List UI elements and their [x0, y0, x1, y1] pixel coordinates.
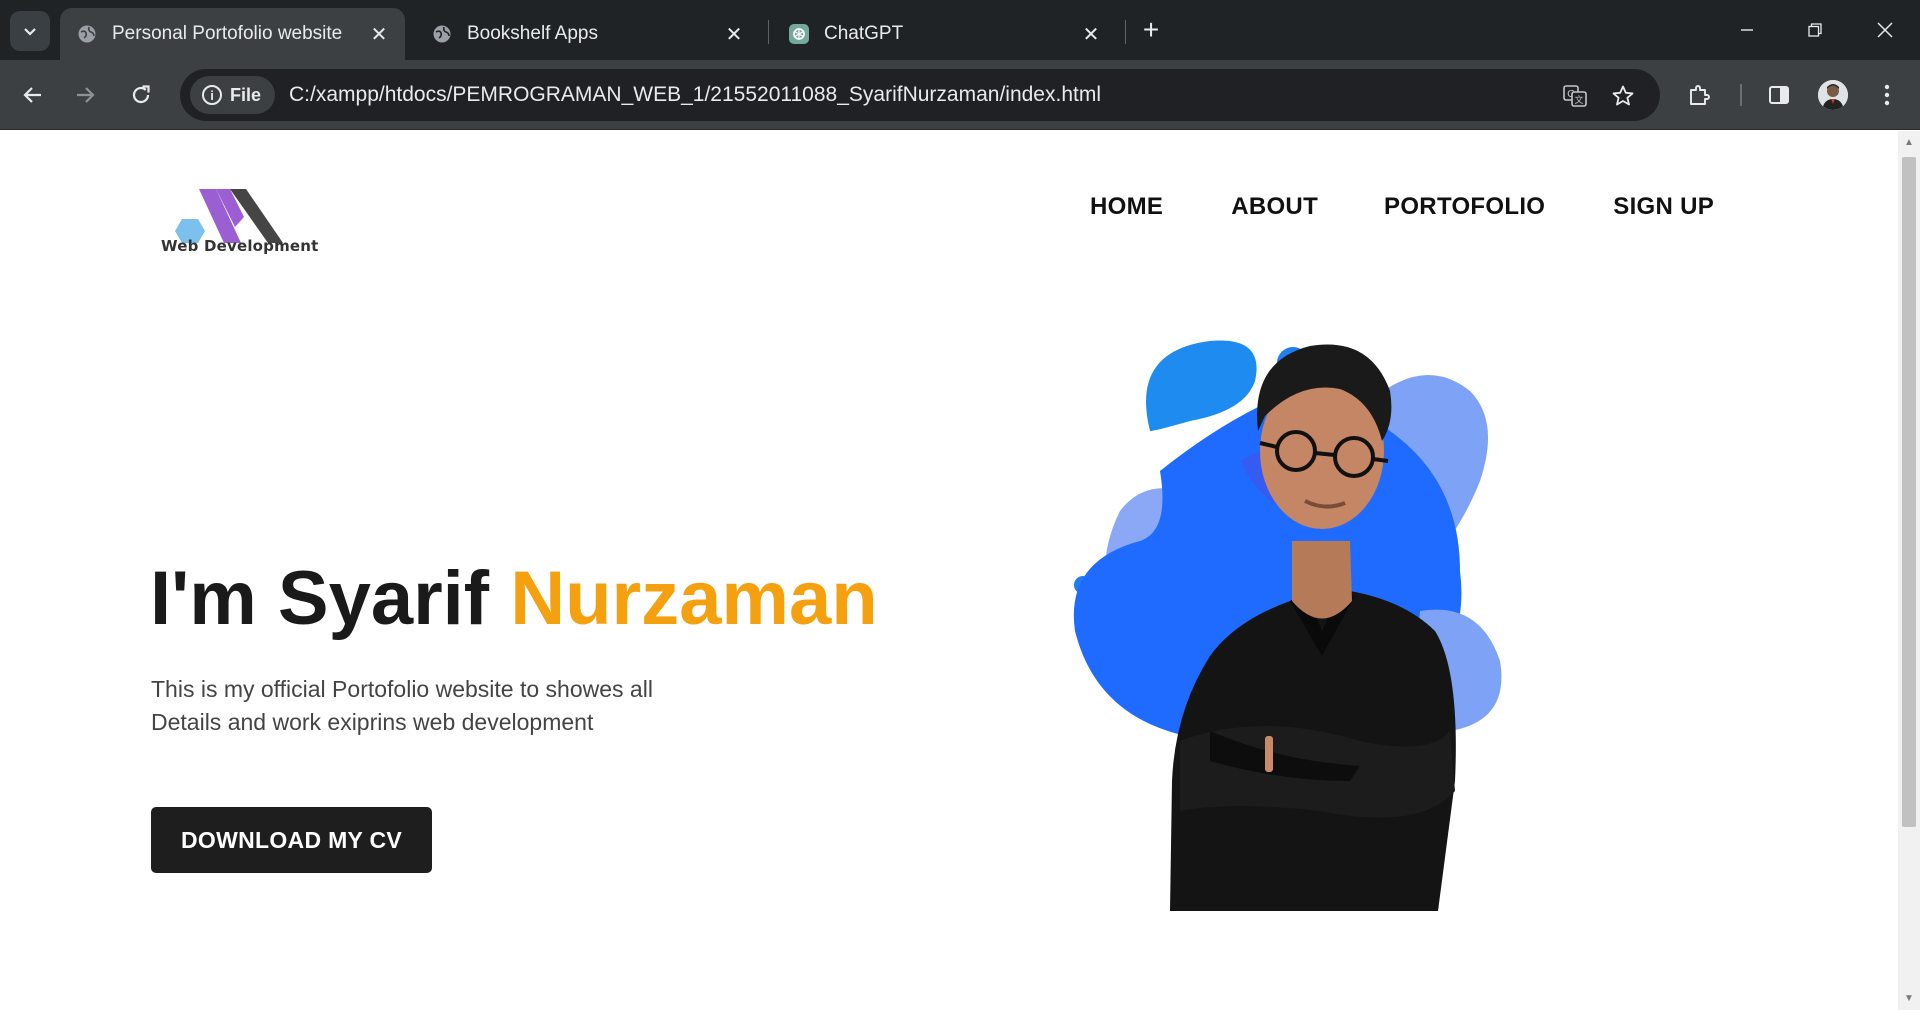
browser-menu-button[interactable] — [1868, 76, 1906, 114]
download-cv-button[interactable]: DOWNLOAD MY CV — [151, 807, 432, 873]
chatgpt-icon — [788, 23, 810, 45]
address-bar[interactable]: i File C:/xampp/htdocs/PEMROGRAMAN_WEB_1… — [180, 69, 1660, 121]
site-info-chip[interactable]: i File — [190, 76, 276, 114]
hero-description: This is my official Portofolio website t… — [151, 673, 711, 739]
profile-avatar[interactable] — [1818, 80, 1848, 110]
nav-portofolio[interactable]: PORTOFOLIO — [1384, 193, 1545, 221]
logo-text: Web Development — [161, 237, 319, 255]
minimize-icon — [1741, 29, 1753, 31]
url-text[interactable]: C:/xampp/htdocs/PEMROGRAMAN_WEB_1/215520… — [289, 83, 1101, 107]
reload-button[interactable] — [122, 76, 160, 114]
extensions-button[interactable] — [1680, 76, 1718, 114]
scheme-label: File — [230, 84, 262, 105]
hero-description-line-1: This is my official Portofolio website t… — [151, 676, 653, 702]
tab-title: Bookshelf Apps — [467, 23, 598, 44]
restore-icon — [1808, 23, 1822, 37]
kebab-menu-icon — [1884, 84, 1890, 106]
scroll-up-arrow-icon[interactable]: ▲ — [1903, 137, 1915, 149]
translate-icon[interactable]: G文 — [1560, 81, 1590, 111]
tab-bookshelf[interactable]: Bookshelf Apps ✕ — [415, 8, 760, 60]
hero-title: I'm Syarif Nurzaman — [150, 555, 878, 642]
bookmark-star-icon[interactable] — [1608, 81, 1638, 111]
page-scrollbar[interactable]: ▲ ▼ — [1898, 131, 1920, 1010]
tab-portfolio[interactable]: Personal Portofolio website ✕ — [60, 8, 405, 60]
tab-title: Personal Portofolio website — [112, 23, 343, 44]
page-viewport: Web Development HOME ABOUT PORTOFOLIO SI… — [0, 131, 1898, 1010]
arrow-left-icon — [23, 87, 41, 103]
hero-title-accent: Nurzaman — [510, 556, 878, 641]
toolbar-separator — [1740, 84, 1742, 106]
hero-portrait-illustration — [1073, 340, 1502, 911]
nav-sign-up[interactable]: SIGN UP — [1613, 193, 1714, 221]
reload-icon — [132, 85, 150, 104]
chevron-down-icon — [24, 28, 36, 36]
arrow-right-icon — [77, 87, 95, 103]
new-tab-button[interactable]: + — [1135, 14, 1167, 46]
close-tab-icon[interactable]: ✕ — [720, 20, 748, 48]
browser-tab-strip: Personal Portofolio website ✕ Bookshelf … — [0, 0, 1920, 60]
close-tab-icon[interactable]: ✕ — [365, 20, 393, 48]
scroll-down-arrow-icon[interactable]: ▼ — [1903, 993, 1915, 1005]
side-panel-button[interactable] — [1760, 76, 1798, 114]
close-tab-icon[interactable]: ✕ — [1077, 20, 1105, 48]
tab-title: ChatGPT — [824, 23, 904, 44]
close-icon — [1877, 22, 1893, 38]
hero-description-line-2: Details and work exiprins web developmen… — [151, 709, 594, 735]
forward-button[interactable] — [66, 76, 104, 114]
back-button[interactable] — [14, 76, 52, 114]
close-window-button[interactable] — [1863, 10, 1907, 50]
nav-home[interactable]: HOME — [1090, 193, 1163, 221]
scrollbar-thumb[interactable] — [1902, 157, 1916, 827]
globe-icon — [431, 23, 453, 45]
side-panel-icon — [1769, 86, 1789, 104]
main-nav: HOME ABOUT PORTOFOLIO SIGN UP — [1090, 193, 1714, 221]
globe-icon — [76, 23, 98, 45]
info-icon: i — [202, 85, 222, 105]
browser-toolbar: i File C:/xampp/htdocs/PEMROGRAMAN_WEB_1… — [0, 60, 1920, 130]
hero-title-prefix: I'm Syarif — [150, 556, 511, 641]
svg-text:文: 文 — [1574, 94, 1583, 106]
nav-about[interactable]: ABOUT — [1231, 193, 1318, 221]
tab-chatgpt[interactable]: ChatGPT ✕ — [772, 8, 1117, 60]
tab-separator — [768, 20, 769, 44]
restore-button[interactable] — [1793, 10, 1837, 50]
minimize-button[interactable] — [1725, 10, 1769, 50]
tab-separator — [1125, 20, 1126, 44]
puzzle-icon — [1690, 85, 1710, 105]
tab-search-button[interactable] — [10, 11, 50, 51]
